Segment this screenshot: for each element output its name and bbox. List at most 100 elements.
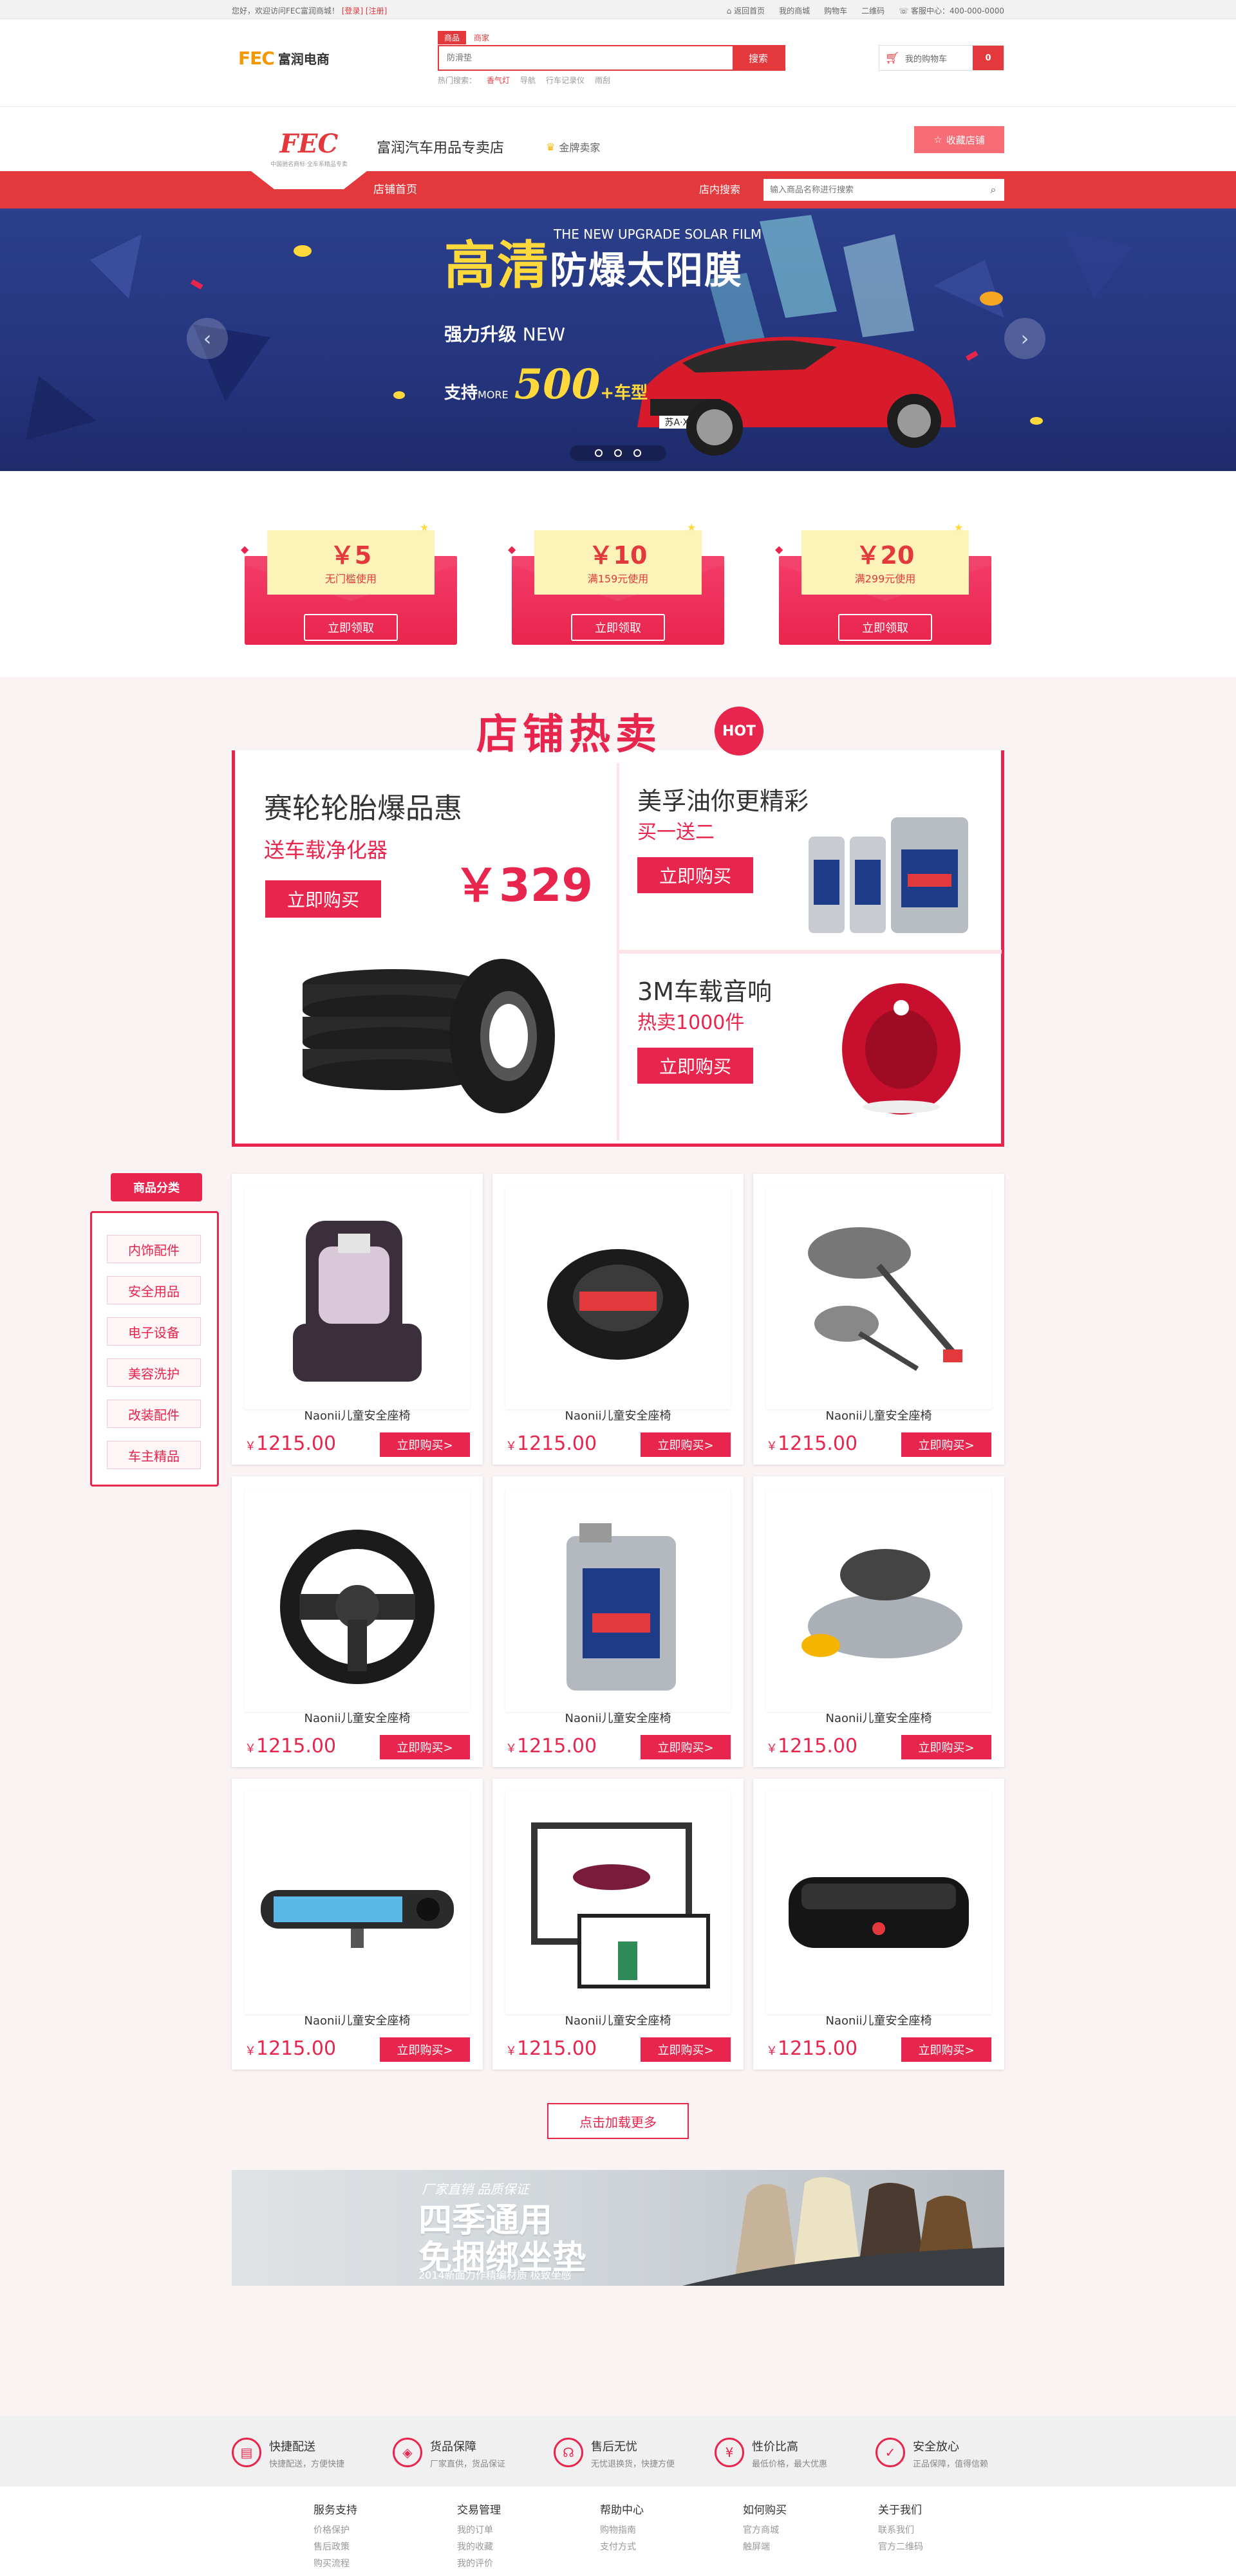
category-item[interactable]: 安全用品 <box>107 1276 201 1304</box>
category-item[interactable]: 车主精品 <box>107 1441 201 1469</box>
product-card[interactable]: Naonii儿童安全座椅 ￥1215.00 立即购买> <box>232 1779 483 2070</box>
banner-prev-button[interactable]: ‹ <box>187 318 228 359</box>
hot-word[interactable]: 导航 <box>520 75 536 86</box>
footer-link[interactable]: 价格保护 <box>314 2523 357 2536</box>
search-input[interactable] <box>439 46 733 69</box>
product-image[interactable] <box>766 1489 991 1712</box>
login-link[interactable]: [登录] <box>342 6 363 15</box>
footer-link[interactable]: 我的订单 <box>457 2523 501 2536</box>
buy-now-button[interactable]: 立即购买> <box>641 1735 731 1759</box>
buy-now-button[interactable]: 立即购买> <box>901 1432 991 1457</box>
product-image[interactable] <box>505 1187 731 1409</box>
product-name[interactable]: Naonii儿童安全座椅 <box>232 1709 483 1726</box>
buy-now-button[interactable]: 立即购买> <box>380 1432 470 1457</box>
seat-cushion-ad[interactable]: 厂家直销 品质保证 四季通用 免捆绑坐垫 2014新面力作精编材质 极致坐感 <box>232 2170 1004 2286</box>
search-icon[interactable]: ⌕ <box>982 179 1004 201</box>
search-button[interactable]: 搜索 <box>733 46 784 69</box>
shop-bar: 富润汽车用品专卖店 ♛ 金牌卖家 ☆ 收藏店铺 <box>0 107 1236 171</box>
product-price: ￥1215.00 <box>766 1735 858 1757</box>
product-image[interactable] <box>766 1792 991 2014</box>
service-center-link[interactable]: ☏ 客服中心：400-000-0000 <box>899 5 1004 16</box>
category-item[interactable]: 美容洗护 <box>107 1358 201 1387</box>
buy-now-button[interactable]: 立即购买 <box>265 880 381 918</box>
hot-word[interactable]: 雨刮 <box>595 75 610 86</box>
product-name[interactable]: Naonii儿童安全座椅 <box>232 1407 483 1423</box>
product-image[interactable] <box>245 1187 470 1409</box>
product-card[interactable]: Naonii儿童安全座椅 ￥1215.00 立即购买> <box>492 1476 744 1767</box>
product-card[interactable]: Naonii儿童安全座椅 ￥1215.00 立即购买> <box>753 1779 1004 2070</box>
product-name[interactable]: Naonii儿童安全座椅 <box>232 2012 483 2028</box>
footer-link[interactable]: 购物指南 <box>600 2523 644 2536</box>
ad-subtitle: 2014新面力作精编材质 极致坐感 <box>418 2269 572 2281</box>
buy-now-button[interactable]: 立即购买> <box>641 2037 731 2062</box>
claim-coupon-button[interactable]: 立即领取 <box>838 614 932 641</box>
service-item: ☊ 售后无忧 无忧退换货，快捷方便 <box>554 2438 675 2469</box>
product-name[interactable]: Naonii儿童安全座椅 <box>492 1709 744 1726</box>
shop-logo[interactable]: FEC 中国驰名商标·全车系精品专卖 <box>251 107 367 189</box>
product-image[interactable] <box>505 1792 731 2014</box>
category-item[interactable]: 电子设备 <box>107 1317 201 1346</box>
footer-link[interactable]: 我的收藏 <box>457 2540 501 2553</box>
shop-search-input[interactable] <box>763 179 982 201</box>
product-name[interactable]: Naonii儿童安全座椅 <box>753 1709 1004 1726</box>
product-image[interactable] <box>505 1489 731 1712</box>
category-title: 商品分类 <box>111 1173 202 1201</box>
site-logo[interactable]: FEC 富润电商 <box>238 48 330 69</box>
product-card[interactable]: Naonii儿童安全座椅 ￥1215.00 立即购买> <box>753 1174 1004 1465</box>
footer-link[interactable]: 联系我们 <box>878 2523 923 2536</box>
hot-word[interactable]: 行车记录仪 <box>546 75 585 86</box>
air-purifier-icon <box>789 1877 969 1948</box>
buy-now-button[interactable]: 立即购买 <box>637 857 753 893</box>
footer-link[interactable]: 官方二维码 <box>878 2540 923 2553</box>
cart-button[interactable]: 🛒︎ 我的购物车 0 <box>879 45 1004 71</box>
banner-dot[interactable] <box>633 449 641 457</box>
product-card[interactable]: Naonii儿童安全座椅 ￥1215.00 立即购买> <box>492 1174 744 1465</box>
product-card[interactable]: Naonii儿童安全座椅 ￥1215.00 立即购买> <box>753 1476 1004 1767</box>
my-mall-link[interactable]: 我的商城 <box>779 5 810 16</box>
search-tab-goods[interactable]: 商品 <box>438 31 467 44</box>
banner-next-button[interactable]: › <box>1004 318 1045 359</box>
star-icon: ★ <box>687 521 697 533</box>
footer-link[interactable]: 官方商城 <box>743 2523 787 2536</box>
hot-word[interactable]: 香气灯 <box>487 75 510 86</box>
product-card[interactable]: Naonii儿童安全座椅 ￥1215.00 立即购买> <box>492 1779 744 2070</box>
claim-coupon-button[interactable]: 立即领取 <box>304 614 398 641</box>
banner-dot[interactable] <box>614 449 622 457</box>
product-name[interactable]: Naonii儿童安全座椅 <box>492 1407 744 1423</box>
cart-link[interactable]: 购物车 <box>824 5 847 16</box>
buy-now-button[interactable]: 立即购买 <box>637 1048 753 1084</box>
buy-now-button[interactable]: 立即购买> <box>380 2037 470 2062</box>
coupon-condition: 满299元使用 <box>854 573 916 585</box>
product-image[interactable] <box>245 1792 470 2014</box>
shop-home-link[interactable]: 店铺首页 <box>373 171 417 208</box>
footer-link[interactable]: 我的评价 <box>457 2557 501 2570</box>
product-card[interactable]: Naonii儿童安全座椅 ￥1215.00 立即购买> <box>232 1174 483 1465</box>
qrcode-link[interactable]: 二维码 <box>861 5 885 16</box>
banner-dot[interactable] <box>595 449 603 457</box>
product-image[interactable] <box>766 1187 991 1409</box>
buy-now-button[interactable]: 立即购买> <box>901 1735 991 1759</box>
footer-column: 帮助中心 购物指南 支付方式 <box>600 2504 644 2553</box>
buy-now-button[interactable]: 立即购买> <box>641 1432 731 1457</box>
search-tab-shops[interactable]: 商家 <box>467 31 496 44</box>
product-card[interactable]: Naonii儿童安全座椅 ￥1215.00 立即购买> <box>232 1476 483 1767</box>
buy-now-button[interactable]: 立即购买> <box>901 2037 991 2062</box>
product-name[interactable]: Naonii儿童安全座椅 <box>753 1407 1004 1423</box>
hero-banner[interactable]: 苏A·X3.M 高清防爆太阳膜 THE NEW UPGRADE SOLAR FI… <box>0 208 1236 471</box>
product-name[interactable]: Naonii儿童安全座椅 <box>753 2012 1004 2028</box>
home-link[interactable]: ⌂ 返回首页 <box>727 5 765 16</box>
claim-coupon-button[interactable]: 立即领取 <box>571 614 665 641</box>
footer-link[interactable]: 购买流程 <box>314 2557 357 2570</box>
footer-link[interactable]: 支付方式 <box>600 2540 644 2553</box>
load-more-button[interactable]: 点击加载更多 <box>547 2103 689 2139</box>
product-image[interactable] <box>245 1489 470 1712</box>
footer-link[interactable]: 触屏端 <box>743 2540 787 2553</box>
product-name[interactable]: Naonii儿童安全座椅 <box>492 2012 744 2028</box>
register-link[interactable]: [注册] <box>366 6 387 15</box>
category-item[interactable]: 改装配件 <box>107 1400 201 1428</box>
category-item[interactable]: 内饰配件 <box>107 1235 201 1263</box>
footer-link[interactable]: 售后政策 <box>314 2540 357 2553</box>
favorite-shop-button[interactable]: ☆ 收藏店铺 <box>914 126 1004 153</box>
hot-words: 热门搜索： 香气灯 导航 行车记录仪 雨刮 <box>438 75 610 86</box>
buy-now-button[interactable]: 立即购买> <box>380 1735 470 1759</box>
